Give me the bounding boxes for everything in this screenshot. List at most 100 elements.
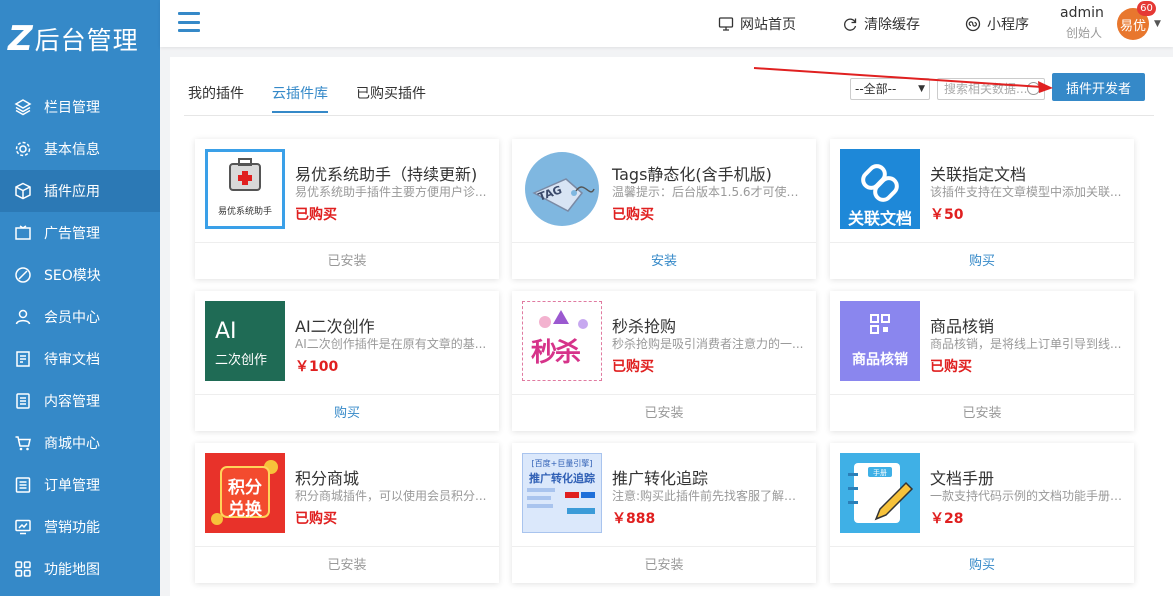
thumbnail-caption: 兑换 — [228, 500, 262, 520]
sidebar-item-columns[interactable]: 栏目管理 — [0, 86, 160, 128]
tab-cloud-plugins[interactable]: 云插件库 — [272, 83, 328, 113]
plugin-card: 易优系统助手 易优系统助手（持续更新) 易优系统助手插件主要方便用户诊... 已… — [195, 139, 499, 279]
plugin-price: 已购买 — [295, 207, 337, 223]
notification-badge: 60 — [1137, 1, 1156, 16]
mini-program-link[interactable]: 小程序 — [965, 14, 1029, 34]
sidebar-item-content[interactable]: 内容管理 — [0, 380, 160, 422]
plugin-title[interactable]: 商品核销 — [930, 313, 994, 337]
logo-mark: Z — [8, 19, 33, 59]
thumbnail-caption: 推广转化追踪 — [529, 472, 595, 485]
plugin-desc: 秒杀抢购是吸引消费者注意力的一... — [612, 337, 804, 351]
thumbnail-caption: [百度+巨量引擎] — [531, 459, 593, 468]
topbar: 网站首页 清除缓存 小程序 admin 创始人 易优 60 ▼ — [160, 0, 1173, 47]
sidebar-item-pending-docs[interactable]: 待审文档 — [0, 338, 160, 380]
user-name[interactable]: admin — [1060, 5, 1104, 21]
plugin-title[interactable]: 易优系统助手（持续更新) — [295, 161, 477, 185]
plugin-desc: 一款支持代码示例的文档功能手册 ... — [930, 489, 1125, 503]
plugin-desc: AI二次创作插件是在原有文章的基... — [295, 337, 487, 351]
sidebar: Z 后台管理 栏目管理 基本信息 插件应用 广告管理 SEO模块 会员中心 待审… — [0, 0, 160, 596]
sidebar-item-label: SEO模块 — [44, 268, 101, 284]
plugin-title[interactable]: 秒杀抢购 — [612, 313, 676, 337]
plugin-title[interactable]: 积分商城 — [295, 465, 359, 489]
plugin-thumbnail: AI 二次创作 — [205, 301, 285, 381]
cube-icon — [14, 182, 32, 200]
sidebar-item-label: 订单管理 — [44, 478, 100, 494]
buy-button[interactable]: 购买 — [830, 242, 1134, 279]
user-role: 创始人 — [1066, 26, 1103, 40]
search-icon[interactable] — [1027, 82, 1040, 95]
sidebar-menu: 栏目管理 基本信息 插件应用 广告管理 SEO模块 会员中心 待审文档 内容管理… — [0, 86, 160, 590]
clear-cache-link[interactable]: 清除缓存 — [842, 14, 920, 34]
sidebar-item-ads[interactable]: 广告管理 — [0, 212, 160, 254]
plugin-price: 已购买 — [612, 359, 654, 375]
thumbnail-caption: 商品核销 — [852, 352, 908, 368]
sidebar-item-label: 待审文档 — [44, 352, 100, 368]
tab-divider — [184, 115, 1154, 116]
sidebar-item-feature-map[interactable]: 功能地图 — [0, 548, 160, 590]
plugin-thumbnail: 积分 兑换 — [205, 453, 285, 533]
menu-toggle-icon[interactable] — [178, 12, 200, 32]
logo[interactable]: Z 后台管理 — [0, 0, 160, 78]
plugin-title[interactable]: Tags静态化(含手机版) — [612, 161, 772, 185]
chevron-down-icon[interactable]: ▼ — [1154, 19, 1161, 29]
plugin-developer-button[interactable]: 插件开发者 — [1052, 73, 1145, 101]
plugin-card: 关联文档 关联指定文档 该插件支持在文章模型中添加关联... ￥50 购买 — [830, 139, 1134, 279]
user-icon — [14, 308, 32, 326]
sidebar-item-label: 插件应用 — [44, 184, 100, 200]
ad-icon — [14, 224, 32, 242]
refresh-icon — [844, 18, 857, 31]
plugin-card: AI 二次创作 AI二次创作 AI二次创作插件是在原有文章的基... ￥100 … — [195, 291, 499, 431]
tab-my-plugins[interactable]: 我的插件 — [188, 83, 244, 111]
site-home-label: 网站首页 — [740, 17, 796, 33]
search-input[interactable]: 搜索相关数据... — [937, 78, 1045, 100]
mini-program-icon — [965, 16, 981, 32]
mini-program-label: 小程序 — [987, 17, 1029, 33]
plugin-panel: 我的插件 云插件库 已购买插件 --全部-- ▼ 搜索相关数据... 插件开发者… — [170, 57, 1173, 596]
notebook-pencil-icon — [848, 463, 914, 523]
logo-title: 后台管理 — [34, 26, 139, 55]
sidebar-item-label: 基本信息 — [44, 142, 100, 158]
grid-map-icon — [14, 560, 32, 578]
document-icon — [14, 392, 32, 410]
plugin-card: 手册 文档手册 一款支持代码示例的文档功能手册 ... ￥28 购买 — [830, 443, 1134, 583]
thumbnail-caption: 二次创作 — [215, 353, 268, 368]
sidebar-item-seo[interactable]: SEO模块 — [0, 254, 160, 296]
tab-purchased-plugins[interactable]: 已购买插件 — [356, 83, 426, 111]
plugin-thumbnail: 秒杀 — [522, 301, 602, 381]
thumbnail-caption: 易优系统助手 — [217, 207, 272, 217]
plugin-title[interactable]: 文档手册 — [930, 465, 994, 489]
thumbnail-caption: AI — [215, 319, 237, 344]
search-placeholder: 搜索相关数据... — [944, 82, 1028, 96]
sidebar-item-plugins[interactable]: 插件应用 — [0, 170, 160, 212]
plugin-price: ￥888 — [612, 511, 656, 527]
plugin-title[interactable]: 推广转化追踪 — [612, 465, 708, 489]
plugin-desc: 该插件支持在文章模型中添加关联... — [930, 185, 1122, 199]
sidebar-item-marketing[interactable]: 营销功能 — [0, 506, 160, 548]
report-icon — [527, 488, 595, 514]
plugin-price: 已购买 — [295, 511, 337, 527]
tag-icon — [525, 152, 599, 226]
plugin-card: TAG Tags静态化(含手机版) 温馨提示：后台版本1.5.6才可使用... … — [512, 139, 816, 279]
plugin-thumbnail: TAG — [522, 149, 602, 229]
plugin-price: 已购买 — [930, 359, 972, 375]
sidebar-item-basic-info[interactable]: 基本信息 — [0, 128, 160, 170]
thumbnail-caption: 手册 — [873, 469, 887, 477]
buy-button[interactable]: 购买 — [830, 546, 1134, 583]
category-select[interactable]: --全部-- ▼ — [850, 78, 930, 100]
install-button[interactable]: 安装 — [512, 242, 816, 279]
plugin-title[interactable]: 关联指定文档 — [930, 161, 1026, 185]
qr-code-icon — [870, 314, 890, 334]
sidebar-item-shop[interactable]: 商城中心 — [0, 422, 160, 464]
sidebar-item-orders[interactable]: 订单管理 — [0, 464, 160, 506]
order-list-icon — [14, 476, 32, 494]
plugin-desc: 商品核销，是将线上订单引导到线... — [930, 337, 1122, 351]
plugin-status: 已安装 — [195, 546, 499, 583]
sidebar-item-members[interactable]: 会员中心 — [0, 296, 160, 338]
plugin-price: 已购买 — [612, 207, 654, 223]
plugin-title[interactable]: AI二次创作 — [295, 313, 375, 337]
plugin-thumbnail: 易优系统助手 — [205, 149, 285, 229]
site-home-link[interactable]: 网站首页 — [718, 14, 796, 34]
buy-button[interactable]: 购买 — [195, 394, 499, 431]
plugin-tabs: 我的插件 云插件库 已购买插件 — [188, 83, 454, 113]
plugin-card: 秒杀 秒杀抢购 秒杀抢购是吸引消费者注意力的一... 已购买 已安装 — [512, 291, 816, 431]
